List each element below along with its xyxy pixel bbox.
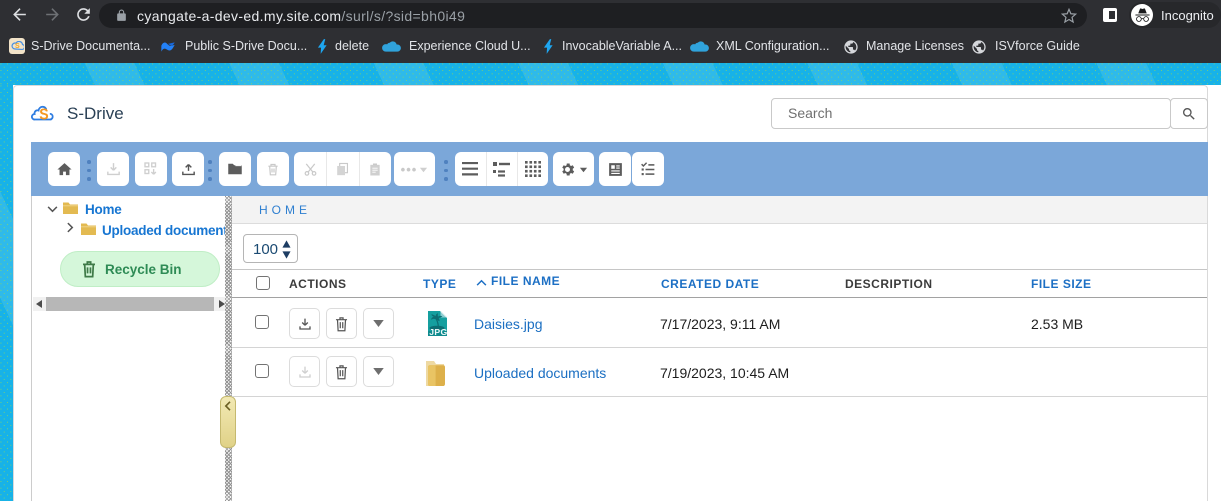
svg-text:JPG: JPG <box>429 327 447 336</box>
svg-text:S: S <box>39 106 48 121</box>
svg-text:S: S <box>15 43 20 50</box>
